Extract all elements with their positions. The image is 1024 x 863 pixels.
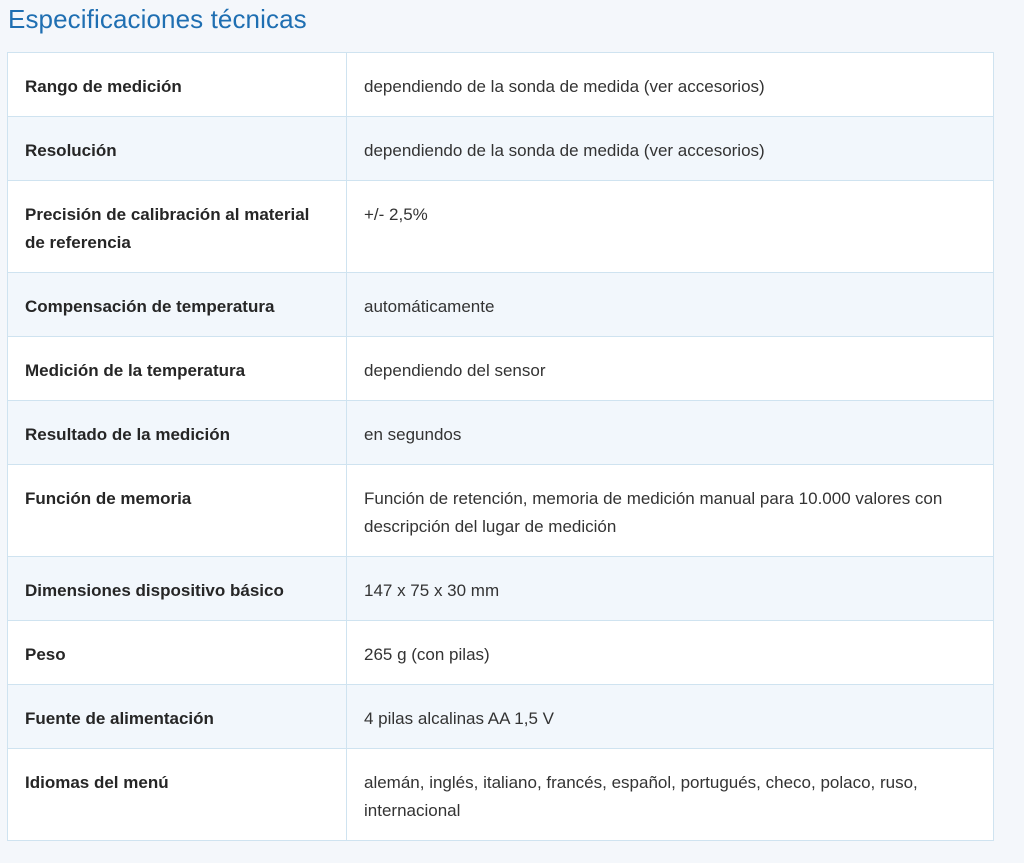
spec-label: Dimensiones dispositivo básico (7, 556, 347, 621)
spec-value: dependiendo de la sonda de medida (ver a… (346, 52, 994, 117)
table-row: Fuente de alimentación 4 pilas alcalinas… (7, 684, 994, 749)
spec-value: en segundos (346, 400, 994, 465)
table-row: Función de memoria Función de retención,… (7, 464, 994, 557)
spec-label: Función de memoria (7, 464, 347, 557)
spec-value: +/- 2,5% (346, 180, 994, 273)
spec-value: dependiendo del sensor (346, 336, 994, 401)
spec-label: Fuente de alimentación (7, 684, 347, 749)
spec-label: Resultado de la medición (7, 400, 347, 465)
spec-value: 4 pilas alcalinas AA 1,5 V (346, 684, 994, 749)
table-row: Resultado de la medición en segundos (7, 400, 994, 465)
page-title: Especificaciones técnicas (8, 4, 307, 34)
specs-table: Rango de medición dependiendo de la sond… (7, 52, 994, 841)
spec-value: dependiendo de la sonda de medida (ver a… (346, 116, 994, 181)
spec-label: Idiomas del menú (7, 748, 347, 841)
table-row: Peso 265 g (con pilas) (7, 620, 994, 685)
table-row: Precisión de calibración al material de … (7, 180, 994, 273)
spec-value: 147 x 75 x 30 mm (346, 556, 994, 621)
table-row: Medición de la temperatura dependiendo d… (7, 336, 994, 401)
spec-value: automáticamente (346, 272, 994, 337)
table-row: Rango de medición dependiendo de la sond… (7, 52, 994, 117)
table-row: Resolución dependiendo de la sonda de me… (7, 116, 994, 181)
spec-label: Precisión de calibración al material de … (7, 180, 347, 273)
table-row: Compensación de temperatura automáticame… (7, 272, 994, 337)
spec-value: 265 g (con pilas) (346, 620, 994, 685)
spec-value: Función de retención, memoria de medició… (346, 464, 994, 557)
spec-label: Rango de medición (7, 52, 347, 117)
spec-value: alemán, inglés, italiano, francés, españ… (346, 748, 994, 841)
spec-label: Compensación de temperatura (7, 272, 347, 337)
spec-label: Medición de la temperatura (7, 336, 347, 401)
spec-label: Peso (7, 620, 347, 685)
table-row: Idiomas del menú alemán, inglés, italian… (7, 748, 994, 841)
table-row: Dimensiones dispositivo básico 147 x 75 … (7, 556, 994, 621)
spec-label: Resolución (7, 116, 347, 181)
